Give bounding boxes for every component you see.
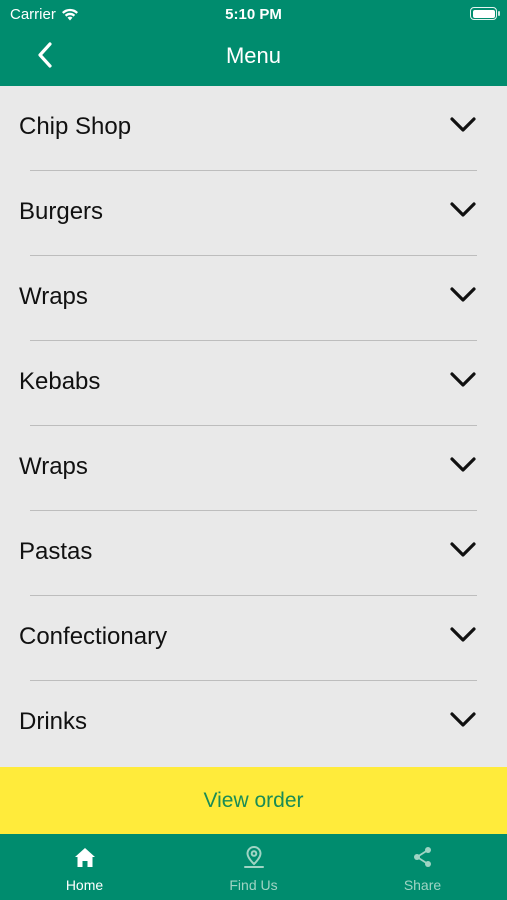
tab-share-label: Share [403,877,442,893]
top-bar: Carrier 5:10 PM Menu [0,0,507,86]
menu-category-burgers[interactable]: Burgers [0,171,507,256]
tab-share[interactable]: Share [338,834,507,900]
view-order-button[interactable]: View order [0,767,507,834]
menu-category-label: Wraps [19,453,88,480]
menu-category-confectionary[interactable]: Confectionary [0,596,507,681]
chevron-down-icon [450,372,476,387]
home-icon [74,847,95,867]
page-title: Menu [225,43,282,68]
status-time: 5:10 PM [225,6,282,23]
menu-category-label: Wraps [19,283,88,310]
menu-category-label: Confectionary [19,623,168,650]
chevron-down-icon [450,202,476,217]
app-screen: Carrier 5:10 PM Menu Chip Shop Burgers W… [0,0,507,900]
chevron-down-icon [450,457,476,472]
tab-find-us-label: Find Us [229,877,278,893]
menu-category-chip-shop[interactable]: Chip Shop [0,86,507,171]
navigation-bar: Menu [0,28,507,86]
menu-category-label: Drinks [19,708,88,735]
menu-category-label: Kebabs [19,368,101,395]
menu-category-kebabs[interactable]: Kebabs [0,341,507,426]
share-icon [413,847,431,867]
tab-bar: Home Find Us Share [0,834,507,900]
tab-home[interactable]: Home [0,834,169,900]
menu-category-wraps-2[interactable]: Wraps [0,426,507,511]
chevron-down-icon [450,712,476,727]
menu-category-list: Chip Shop Burgers Wraps Kebabs Wraps Pas… [0,86,507,767]
status-bar: Carrier 5:10 PM [0,0,507,28]
menu-category-wraps[interactable]: Wraps [0,256,507,341]
view-order-label: View order [203,788,304,812]
chevron-down-icon [450,542,476,557]
menu-category-label: Chip Shop [19,113,132,140]
menu-category-label: Burgers [19,198,104,225]
tab-find-us[interactable]: Find Us [169,834,338,900]
tab-home-label: Home [65,877,104,893]
menu-category-pastas[interactable]: Pastas [0,511,507,596]
chevron-down-icon [450,117,476,132]
location-pin-icon [243,845,264,868]
chevron-down-icon [450,627,476,642]
menu-category-drinks[interactable]: Drinks [0,681,507,766]
menu-category-label: Pastas [19,538,93,565]
chevron-down-icon [450,287,476,302]
battery-icon [470,7,500,20]
